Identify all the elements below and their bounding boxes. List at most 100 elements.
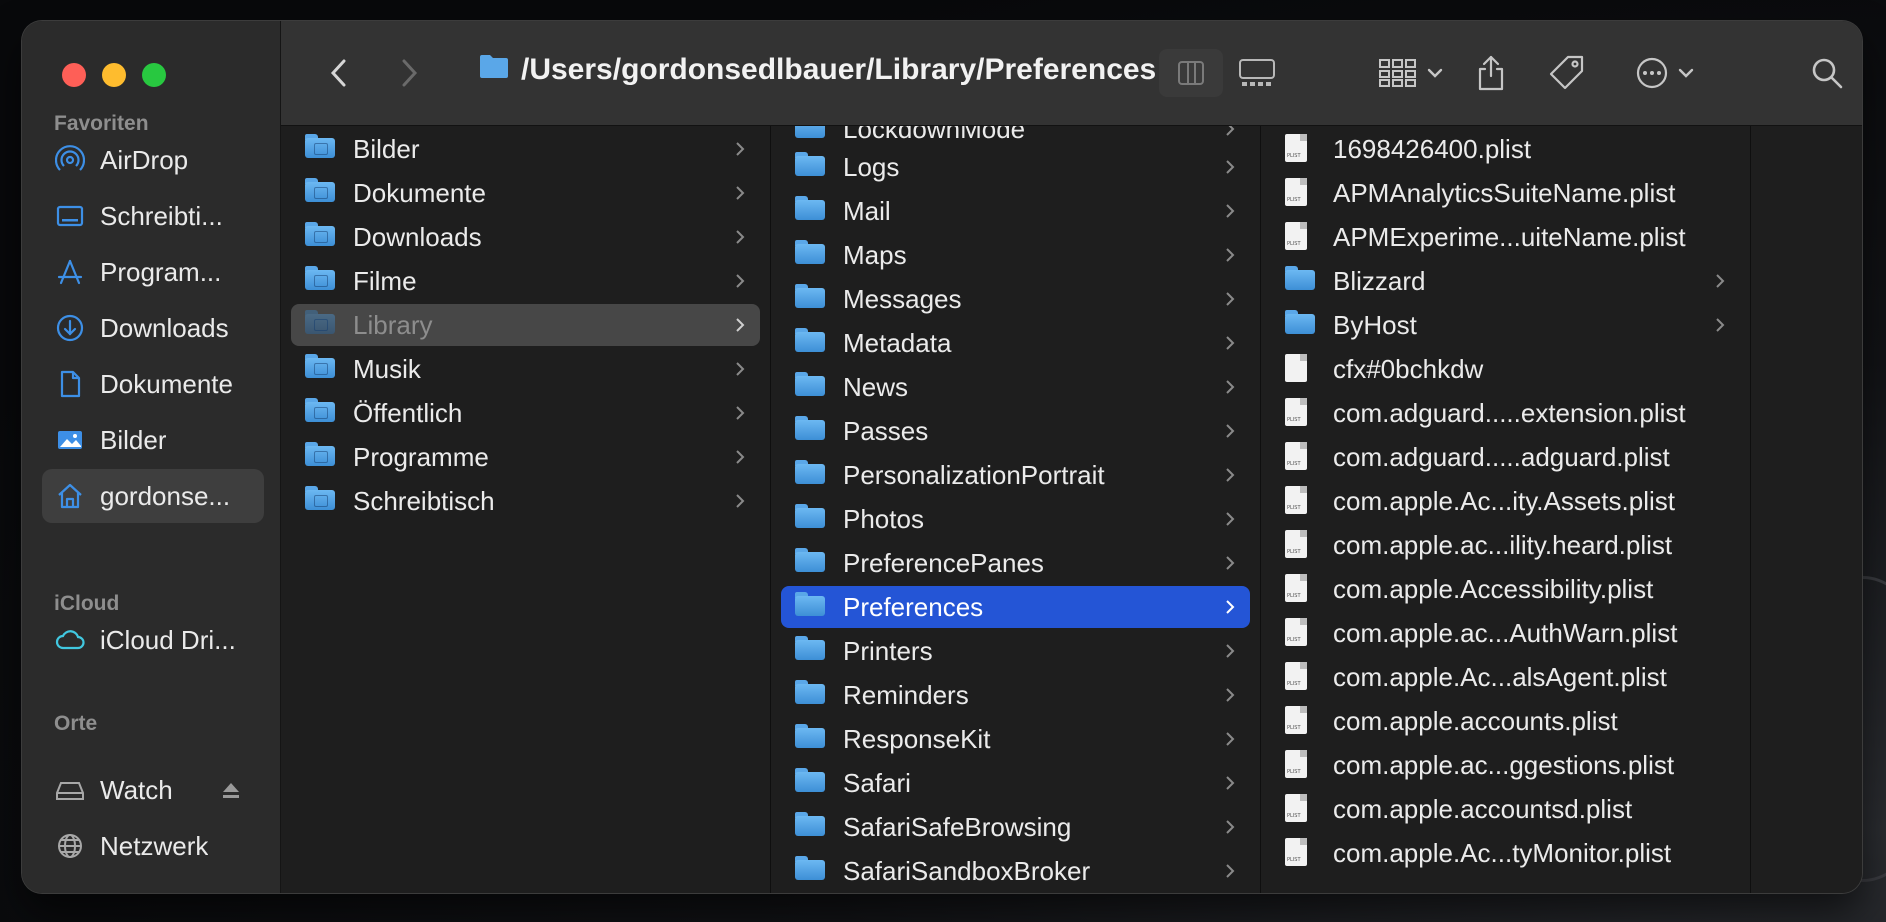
sidebar-item-home[interactable]: gordonse... — [42, 469, 264, 523]
chevron-left-icon — [330, 59, 346, 87]
list-item[interactable]: PLIST com.apple.accounts.plist — [1271, 700, 1740, 742]
plist-file-icon: PLIST — [1285, 706, 1319, 736]
more-button[interactable] — [1625, 49, 1705, 97]
photo-icon — [54, 424, 86, 456]
list-item[interactable]: Bilder — [291, 128, 760, 170]
list-item[interactable]: Mail — [781, 190, 1250, 232]
folder-icon — [305, 398, 339, 428]
list-item[interactable]: PLIST com.apple.ac...ility.heard.plist — [1271, 524, 1740, 566]
ellipsis-circle-icon — [1636, 57, 1668, 89]
minimize-button[interactable] — [102, 63, 126, 87]
list-item[interactable]: ByHost — [1271, 304, 1740, 346]
list-item[interactable]: PLIST com.apple.ac...AuthWarn.plist — [1271, 612, 1740, 654]
list-item[interactable]: PLIST APMExperime...uiteName.plist — [1271, 216, 1740, 258]
share-button[interactable] — [1467, 49, 1515, 97]
list-item[interactable]: PLIST com.apple.Accessibility.plist — [1271, 568, 1740, 610]
list-item[interactable]: Blizzard — [1271, 260, 1740, 302]
sidebar-item-downloads[interactable]: Downloads — [42, 301, 264, 355]
folder-icon — [795, 152, 829, 182]
list-item[interactable]: Logs — [781, 146, 1250, 188]
list-item[interactable]: PreferencePanes — [781, 542, 1250, 584]
list-item[interactable]: PLIST APMAnalyticsSuiteName.plist — [1271, 172, 1740, 214]
column-view-button[interactable] — [1159, 49, 1223, 97]
sidebar-item-airdrop[interactable]: AirDrop — [42, 133, 264, 187]
sidebar-item-applications[interactable]: Program... — [42, 245, 264, 299]
chevron-right-icon — [1226, 204, 1235, 218]
list-item[interactable]: PLIST 1698426400.plist — [1271, 128, 1740, 170]
list-item-selected[interactable]: Library — [291, 304, 760, 346]
sidebar-item-label: AirDrop — [100, 144, 189, 175]
sidebar-item-pictures[interactable]: Bilder — [42, 413, 264, 467]
close-button[interactable] — [62, 63, 86, 87]
tag-button[interactable] — [1543, 49, 1591, 97]
chevron-down-icon — [1678, 68, 1694, 78]
list-item[interactable]: Musik — [291, 348, 760, 390]
plist-file-icon: PLIST — [1285, 530, 1319, 560]
list-item[interactable]: Filme — [291, 260, 760, 302]
sidebar-item-desktop[interactable]: Schreibti... — [42, 189, 264, 243]
grid-icon — [1379, 59, 1416, 87]
chevron-right-icon — [1226, 556, 1235, 570]
list-item-selected[interactable]: Preferences — [781, 586, 1250, 628]
list-item[interactable]: cfx#0bchkdw — [1271, 348, 1740, 390]
chevron-right-icon — [1226, 776, 1235, 790]
plist-file-icon: PLIST — [1285, 574, 1319, 604]
list-item[interactable]: Passes — [781, 410, 1250, 452]
toolbar: /Users/gordonsedlbauer/Library/Preferenc… — [281, 21, 1862, 126]
list-item[interactable]: Photos — [781, 498, 1250, 540]
folder-icon — [795, 504, 829, 534]
eject-icon[interactable] — [220, 777, 242, 808]
plist-file-icon: PLIST — [1285, 662, 1319, 692]
list-item[interactable]: Dokumente — [291, 172, 760, 214]
list-item[interactable]: Downloads — [291, 216, 760, 258]
folder-icon — [795, 416, 829, 446]
chevron-right-icon — [736, 274, 745, 288]
list-item[interactable]: Messages — [781, 278, 1250, 320]
column-empty — [1751, 126, 1862, 893]
list-item[interactable]: Printers — [781, 630, 1250, 672]
chevron-right-icon — [1226, 820, 1235, 834]
column-preferences: PLIST 1698426400.plist PLIST APMAnalyticsS… — [1261, 126, 1751, 893]
sidebar-item-icloud-drive[interactable]: iCloud Dri... — [42, 613, 264, 667]
list-item[interactable]: PersonalizationPortrait — [781, 454, 1250, 496]
list-item[interactable]: Programme — [291, 436, 760, 478]
list-item[interactable]: Metadata — [781, 322, 1250, 364]
chevron-right-icon — [402, 59, 418, 87]
list-item[interactable]: PLIST com.adguard.....extension.plist — [1271, 392, 1740, 434]
chevron-down-icon — [1427, 68, 1443, 78]
group-button[interactable] — [1371, 49, 1451, 97]
list-item[interactable]: PLIST com.apple.Ac...alsAgent.plist — [1271, 656, 1740, 698]
document-icon — [54, 368, 86, 400]
list-item[interactable]: News — [781, 366, 1250, 408]
list-item[interactable]: Öffentlich — [291, 392, 760, 434]
chevron-right-icon — [1716, 318, 1725, 332]
list-item[interactable]: ResponseKit — [781, 718, 1250, 760]
chevron-right-icon — [736, 406, 745, 420]
gallery-view-button[interactable] — [1225, 49, 1289, 97]
folder-icon — [305, 222, 339, 252]
zoom-button[interactable] — [142, 63, 166, 87]
list-item[interactable]: Schreibtisch — [291, 480, 760, 522]
list-item[interactable]: PLIST com.adguard.....adguard.plist — [1271, 436, 1740, 478]
list-item[interactable]: PLIST com.apple.accountsd.plist — [1271, 788, 1740, 830]
column-home: Bilder Dokumente Downloads Filme Library… — [281, 126, 771, 893]
list-item[interactable]: Safari — [781, 762, 1250, 804]
sidebar-item-network[interactable]: Netzwerk — [42, 819, 264, 873]
chevron-right-icon — [736, 450, 745, 464]
list-item[interactable]: SafariSafeBrowsing — [781, 806, 1250, 848]
sidebar-item-watch[interactable]: Watch — [42, 763, 264, 817]
list-item[interactable]: SafariSandboxBroker — [781, 850, 1250, 892]
list-item[interactable]: PLIST com.apple.ac...ggestions.plist — [1271, 744, 1740, 786]
list-item[interactable]: Reminders — [781, 674, 1250, 716]
forward-button[interactable] — [387, 49, 431, 97]
plist-file-icon: PLIST — [1285, 178, 1319, 208]
sidebar-item-documents[interactable]: Dokumente — [42, 357, 264, 411]
back-button[interactable] — [317, 49, 361, 97]
list-item[interactable]: PLIST com.apple.Ac...ity.Assets.plist — [1271, 480, 1740, 522]
sidebar-item-label: Netzwerk — [100, 830, 209, 861]
list-item[interactable]: PLIST com.apple.Ac...tyMonitor.plist — [1271, 832, 1740, 874]
search-button[interactable] — [1803, 49, 1851, 97]
folder-icon — [795, 812, 829, 842]
folder-icon — [795, 636, 829, 666]
list-item[interactable]: Maps — [781, 234, 1250, 276]
